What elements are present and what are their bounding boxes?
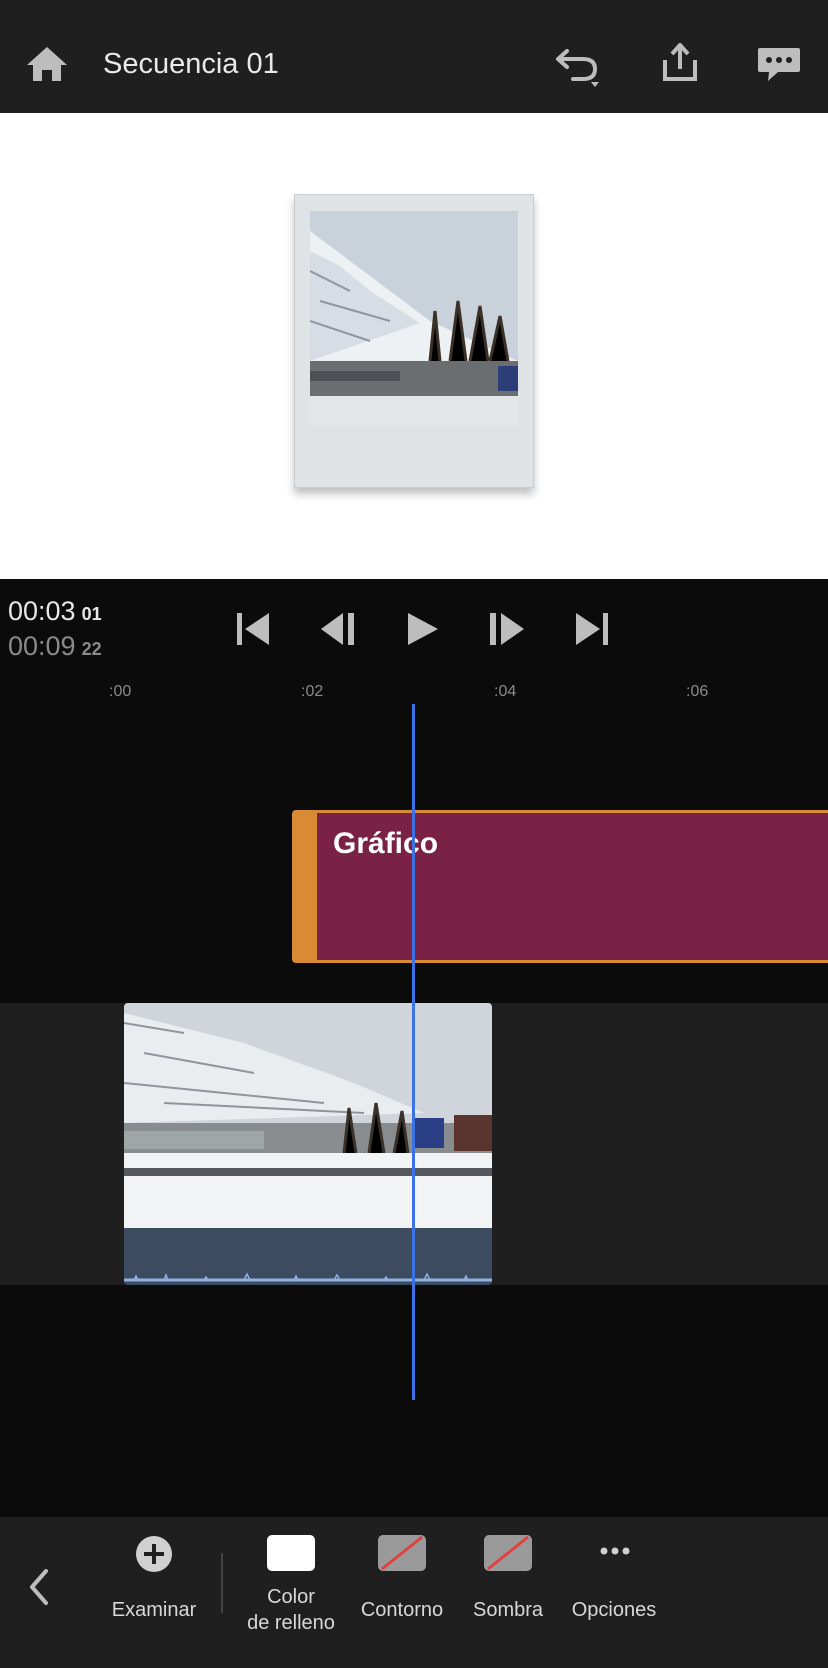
fill-color-button[interactable]: Color de relleno bbox=[240, 1517, 342, 1668]
skip-to-end-icon[interactable] bbox=[570, 609, 612, 649]
graphic-clip[interactable]: Gráfico bbox=[292, 810, 828, 963]
ruler-tick: :06 bbox=[686, 683, 709, 700]
video-thumbnail bbox=[124, 1003, 492, 1228]
toolbar-divider bbox=[221, 1553, 223, 1613]
add-circle-icon bbox=[135, 1535, 173, 1578]
sombra-label: Sombra bbox=[472, 1599, 544, 1621]
play-icon[interactable] bbox=[402, 609, 444, 649]
video-clip[interactable] bbox=[124, 1003, 492, 1285]
ruler-tick: :04 bbox=[494, 683, 517, 700]
opciones-button[interactable]: Opciones bbox=[567, 1517, 661, 1668]
share-icon[interactable] bbox=[655, 40, 705, 90]
step-back-icon[interactable] bbox=[317, 609, 359, 649]
bottom-toolbar: Examinar Color de relleno Contorno Sombr… bbox=[0, 1517, 828, 1668]
step-forward-icon[interactable] bbox=[486, 609, 528, 649]
skip-to-start-icon[interactable] bbox=[233, 609, 275, 649]
home-icon[interactable] bbox=[24, 44, 70, 84]
total-duration: 00:09 22 bbox=[8, 631, 102, 661]
transport-bar: 00:03 01 00:09 22 bbox=[0, 579, 828, 679]
video-preview[interactable] bbox=[0, 113, 828, 579]
sequence-title: Secuencia 01 bbox=[103, 48, 279, 80]
playhead[interactable] bbox=[412, 704, 415, 1400]
fill-color-label-line2: de relleno bbox=[247, 1612, 335, 1634]
graphic-clip-label: Gráfico bbox=[333, 827, 439, 860]
contorno-label: Contorno bbox=[360, 1599, 444, 1621]
ruler-tick: :02 bbox=[301, 683, 324, 700]
fill-color-swatch bbox=[267, 1535, 315, 1571]
examinar-label: Examinar bbox=[111, 1599, 197, 1621]
feedback-icon[interactable] bbox=[754, 40, 804, 90]
current-timecode: 00:03 01 bbox=[8, 596, 102, 626]
no-shadow-swatch-icon bbox=[484, 1535, 532, 1576]
chevron-left-icon[interactable] bbox=[22, 1565, 58, 1609]
preview-photo bbox=[310, 211, 518, 425]
examinar-button[interactable]: Examinar bbox=[108, 1517, 200, 1668]
top-bar: Secuencia 01 bbox=[0, 0, 828, 113]
no-stroke-swatch-icon bbox=[378, 1535, 426, 1576]
ruler-tick: :00 bbox=[109, 683, 132, 700]
sombra-button[interactable]: Sombra bbox=[462, 1517, 554, 1668]
clip-trim-handle[interactable] bbox=[295, 813, 317, 960]
audio-waveform bbox=[124, 1228, 492, 1285]
opciones-label: Opciones bbox=[571, 1599, 657, 1621]
polaroid-frame bbox=[294, 194, 534, 488]
undo-icon[interactable] bbox=[553, 40, 603, 90]
fill-color-label-line1: Color bbox=[267, 1586, 315, 1608]
more-icon bbox=[600, 1543, 630, 1561]
contorno-button[interactable]: Contorno bbox=[356, 1517, 448, 1668]
